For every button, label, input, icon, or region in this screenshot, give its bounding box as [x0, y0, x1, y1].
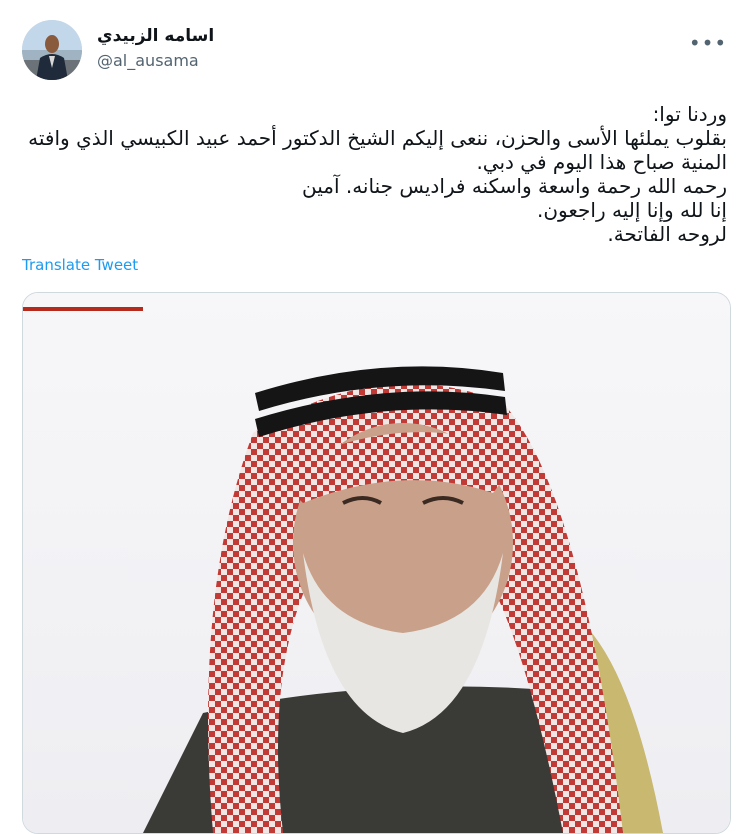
tweet-line: وردنا توا:	[652, 102, 727, 126]
avatar[interactable]	[22, 20, 82, 80]
tweet-line: رحمه الله رحمة واسعة واسكنه فراديس جنانه…	[301, 174, 727, 198]
tweet-text: وردنا توا: بقلوب يملئها الأسى والحزن، نن…	[22, 102, 727, 246]
author-display-name[interactable]: اسامه الزبيدي	[97, 24, 214, 48]
author-handle[interactable]: @al_ausama	[97, 50, 214, 72]
tweet-media[interactable]	[22, 292, 731, 834]
accent-bar	[23, 307, 143, 311]
author-names: اسامه الزبيدي @al_ausama	[97, 24, 214, 72]
tweet-line: المنية صباح هذا اليوم في دبي.	[476, 150, 727, 174]
translate-tweet-link[interactable]: Translate Tweet	[22, 256, 138, 274]
tweet-line: لروحه الفاتحة.	[607, 222, 727, 246]
more-options-button[interactable]: •••	[688, 26, 728, 60]
tweet-header: اسامه الزبيدي @al_ausama •••	[22, 20, 727, 82]
avatar-image	[22, 20, 82, 80]
tweet-photo	[23, 293, 730, 833]
tweet-line: بقلوب يملئها الأسى والحزن، ننعى إليكم ال…	[28, 126, 727, 150]
tweet-line: إنا لله وإنا إليه راجعون.	[537, 198, 727, 222]
more-horizontal-icon: •••	[688, 31, 728, 55]
